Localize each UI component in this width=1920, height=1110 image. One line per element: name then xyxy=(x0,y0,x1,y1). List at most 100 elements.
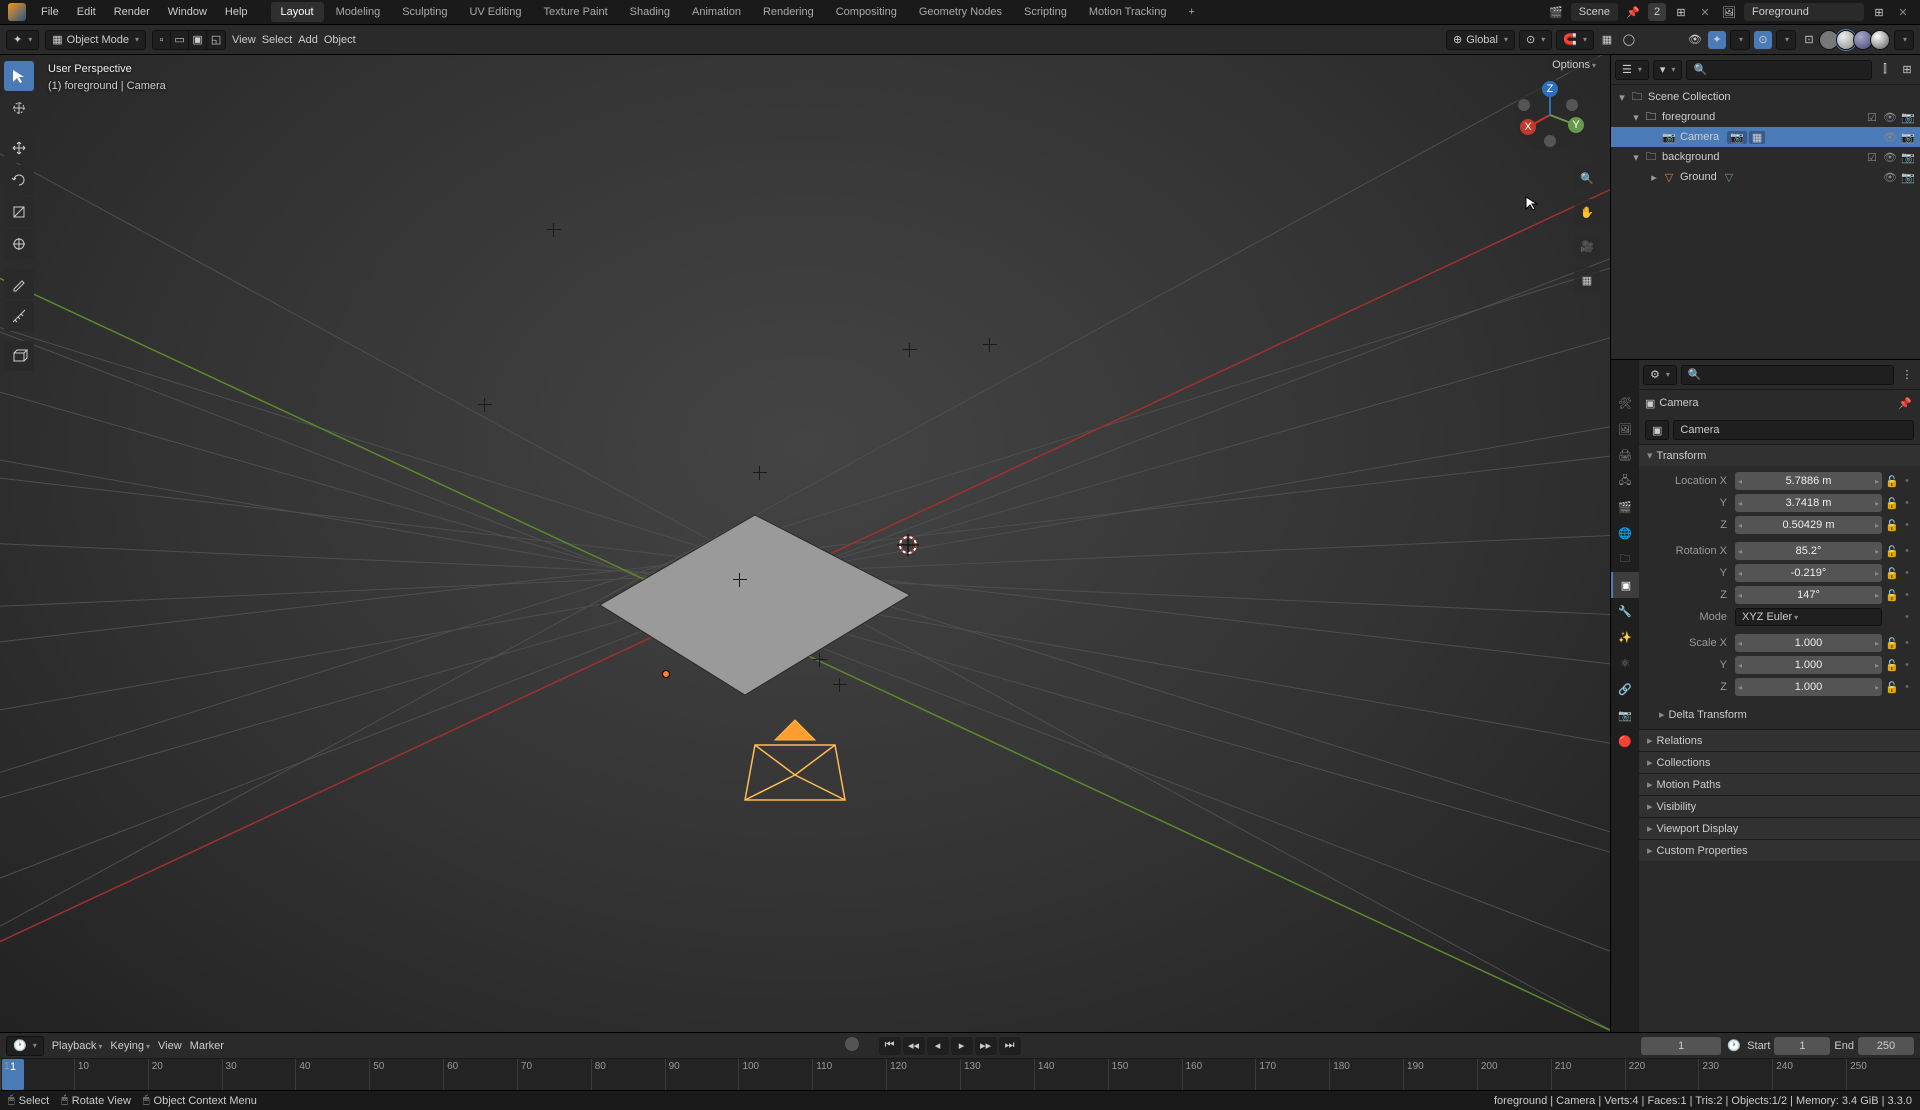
rotation-mode[interactable]: XYZ Euler xyxy=(1735,608,1882,626)
lock-icon[interactable]: 🔓 xyxy=(1884,475,1900,488)
tab-modeling[interactable]: Modeling xyxy=(326,2,391,22)
proportional[interactable]: ◯ xyxy=(1620,31,1638,49)
selectmode-segment[interactable]: ▫▭▣◱ xyxy=(152,30,226,50)
render-icon[interactable]: 📷 xyxy=(1900,151,1916,164)
preview-range-icon[interactable]: 🕐 xyxy=(1725,1037,1743,1055)
keyframe-prev[interactable]: ◂◂ xyxy=(903,1037,925,1055)
viewlayer-delete[interactable]: ✕ xyxy=(1894,3,1912,21)
props-search[interactable]: 🔍 xyxy=(1681,365,1894,385)
mode-selector[interactable]: ▦ Object Mode xyxy=(45,30,146,50)
datablock-browse[interactable]: ▣ xyxy=(1645,420,1669,440)
viewlayer-new[interactable]: ⊞ xyxy=(1870,3,1888,21)
nav-gizmo[interactable]: X Y Z xyxy=(1510,75,1590,155)
panel-visibility[interactable]: ▸Visibility xyxy=(1639,796,1920,817)
overlay-toggle[interactable]: ⊙ xyxy=(1754,31,1772,49)
viewport-options[interactable]: Options xyxy=(1546,57,1602,73)
tab-uv[interactable]: UV Editing xyxy=(459,2,531,22)
hdr-add[interactable]: Add xyxy=(298,34,318,46)
ptab-viewlayer[interactable]: 🖧 xyxy=(1611,468,1639,494)
tab-animation[interactable]: Animation xyxy=(682,2,751,22)
tool-select-box[interactable] xyxy=(4,61,34,91)
ptab-world[interactable]: 🌐 xyxy=(1611,520,1639,546)
lock-icon[interactable]: 🔓 xyxy=(1884,681,1900,694)
tl-keying[interactable]: Keying xyxy=(110,1040,150,1052)
camera-view-icon[interactable]: 🎥 xyxy=(1574,233,1600,259)
lock-icon[interactable]: 🔓 xyxy=(1884,545,1900,558)
lock-icon[interactable]: 🔓 xyxy=(1884,589,1900,602)
pivot[interactable]: ⊙ xyxy=(1519,30,1552,50)
tab-motion[interactable]: Motion Tracking xyxy=(1079,2,1177,22)
outliner-search[interactable]: 🔍 xyxy=(1686,60,1872,80)
exclude-icon[interactable]: ☑ xyxy=(1864,151,1880,164)
viewport-3d[interactable]: User Perspective (1) foreground | Camera… xyxy=(0,55,1610,1032)
menu-help[interactable]: Help xyxy=(218,2,255,22)
pan-icon[interactable]: ✋ xyxy=(1574,199,1600,225)
hdr-object[interactable]: Object xyxy=(324,34,356,46)
tl-view[interactable]: View xyxy=(158,1040,182,1052)
tl-playback[interactable]: Playback xyxy=(52,1040,103,1052)
play[interactable]: ▸ xyxy=(951,1037,973,1055)
tl-marker[interactable]: Marker xyxy=(190,1040,224,1052)
object-name-input[interactable] xyxy=(1673,420,1914,440)
panel-viewportdisplay[interactable]: ▸Viewport Display xyxy=(1639,818,1920,839)
pin-icon[interactable]: 📌 xyxy=(1896,394,1914,412)
lock-icon[interactable]: 🔓 xyxy=(1884,659,1900,672)
scene-selector[interactable]: Scene xyxy=(1571,3,1618,21)
tab-shading[interactable]: Shading xyxy=(620,2,680,22)
play-reverse[interactable]: ◂ xyxy=(927,1037,949,1055)
ptab-constraints[interactable]: 🔗 xyxy=(1611,676,1639,702)
outliner-filter[interactable]: ⫿ xyxy=(1876,61,1894,79)
ptab-tool[interactable]: 🛠 xyxy=(1611,390,1639,416)
tab-geonodes[interactable]: Geometry Nodes xyxy=(909,2,1012,22)
panel-delta[interactable]: ▸Delta Transform xyxy=(1647,704,1912,725)
snap[interactable]: 🧲 xyxy=(1556,30,1594,50)
rotation-x[interactable]: 85.2° xyxy=(1735,542,1882,560)
current-frame[interactable]: 1 xyxy=(1641,1037,1721,1055)
ptab-render[interactable]: 🖼 xyxy=(1611,416,1639,442)
shading-menu[interactable] xyxy=(1894,30,1914,50)
lock-icon[interactable]: 🔓 xyxy=(1884,497,1900,510)
tool-move[interactable] xyxy=(4,133,34,163)
autokey-toggle[interactable] xyxy=(845,1037,859,1051)
props-editor-type[interactable]: ⚙ xyxy=(1643,365,1677,385)
exclude-icon[interactable]: ☑ xyxy=(1864,111,1880,124)
tab-scripting[interactable]: Scripting xyxy=(1014,2,1077,22)
scene-users[interactable]: 2 xyxy=(1648,3,1666,21)
ground-plane[interactable] xyxy=(590,515,920,705)
tree-ground[interactable]: ▸▽Ground ▽ 👁📷 xyxy=(1611,167,1920,187)
jump-start[interactable]: ⏮ xyxy=(879,1037,901,1055)
ptab-data[interactable]: 📷 xyxy=(1611,702,1639,728)
tree-camera[interactable]: 📷Camera 📷 ▦ 👁📷 xyxy=(1611,127,1920,147)
zoom-icon[interactable]: 🔍 xyxy=(1574,165,1600,191)
scale-x[interactable]: 1.000 xyxy=(1735,634,1882,652)
outliner-editor-type[interactable]: ☰ xyxy=(1615,60,1649,80)
tool-transform[interactable] xyxy=(4,229,34,259)
menu-render[interactable]: Render xyxy=(107,2,157,22)
orientation[interactable]: ⊕ Global xyxy=(1446,30,1515,50)
perspective-icon[interactable]: ▦ xyxy=(1574,267,1600,293)
tool-scale[interactable] xyxy=(4,197,34,227)
tool-measure[interactable] xyxy=(4,301,34,331)
eye-icon[interactable]: 👁 xyxy=(1882,171,1898,184)
snap-toggle[interactable]: ▦ xyxy=(1598,31,1616,49)
visibility-icon[interactable]: 👁 xyxy=(1686,31,1704,49)
ptab-scene[interactable]: 🎬 xyxy=(1611,494,1639,520)
location-x[interactable]: 5.7886 m xyxy=(1735,472,1882,490)
xray-toggle[interactable]: ⊡ xyxy=(1800,31,1818,49)
tool-annotate[interactable] xyxy=(4,269,34,299)
scale-y[interactable]: 1.000 xyxy=(1735,656,1882,674)
tool-rotate[interactable] xyxy=(4,165,34,195)
gizmo-toggle[interactable]: ✦ xyxy=(1708,31,1726,49)
tab-compositing[interactable]: Compositing xyxy=(826,2,907,22)
render-icon[interactable]: 📷 xyxy=(1900,171,1916,184)
scene-new[interactable]: ⊞ xyxy=(1672,3,1690,21)
tab-texture[interactable]: Texture Paint xyxy=(533,2,617,22)
panel-transform[interactable]: ▾Transform xyxy=(1639,445,1920,466)
eye-icon[interactable]: 👁 xyxy=(1882,151,1898,164)
ptab-modifiers[interactable]: 🔧 xyxy=(1611,598,1639,624)
jump-end[interactable]: ⏭ xyxy=(999,1037,1021,1055)
location-y[interactable]: 3.7418 m xyxy=(1735,494,1882,512)
panel-custom[interactable]: ▸Custom Properties xyxy=(1639,840,1920,861)
frame-end[interactable]: 250 xyxy=(1858,1037,1914,1055)
ptab-object[interactable]: ▣ xyxy=(1611,572,1639,598)
